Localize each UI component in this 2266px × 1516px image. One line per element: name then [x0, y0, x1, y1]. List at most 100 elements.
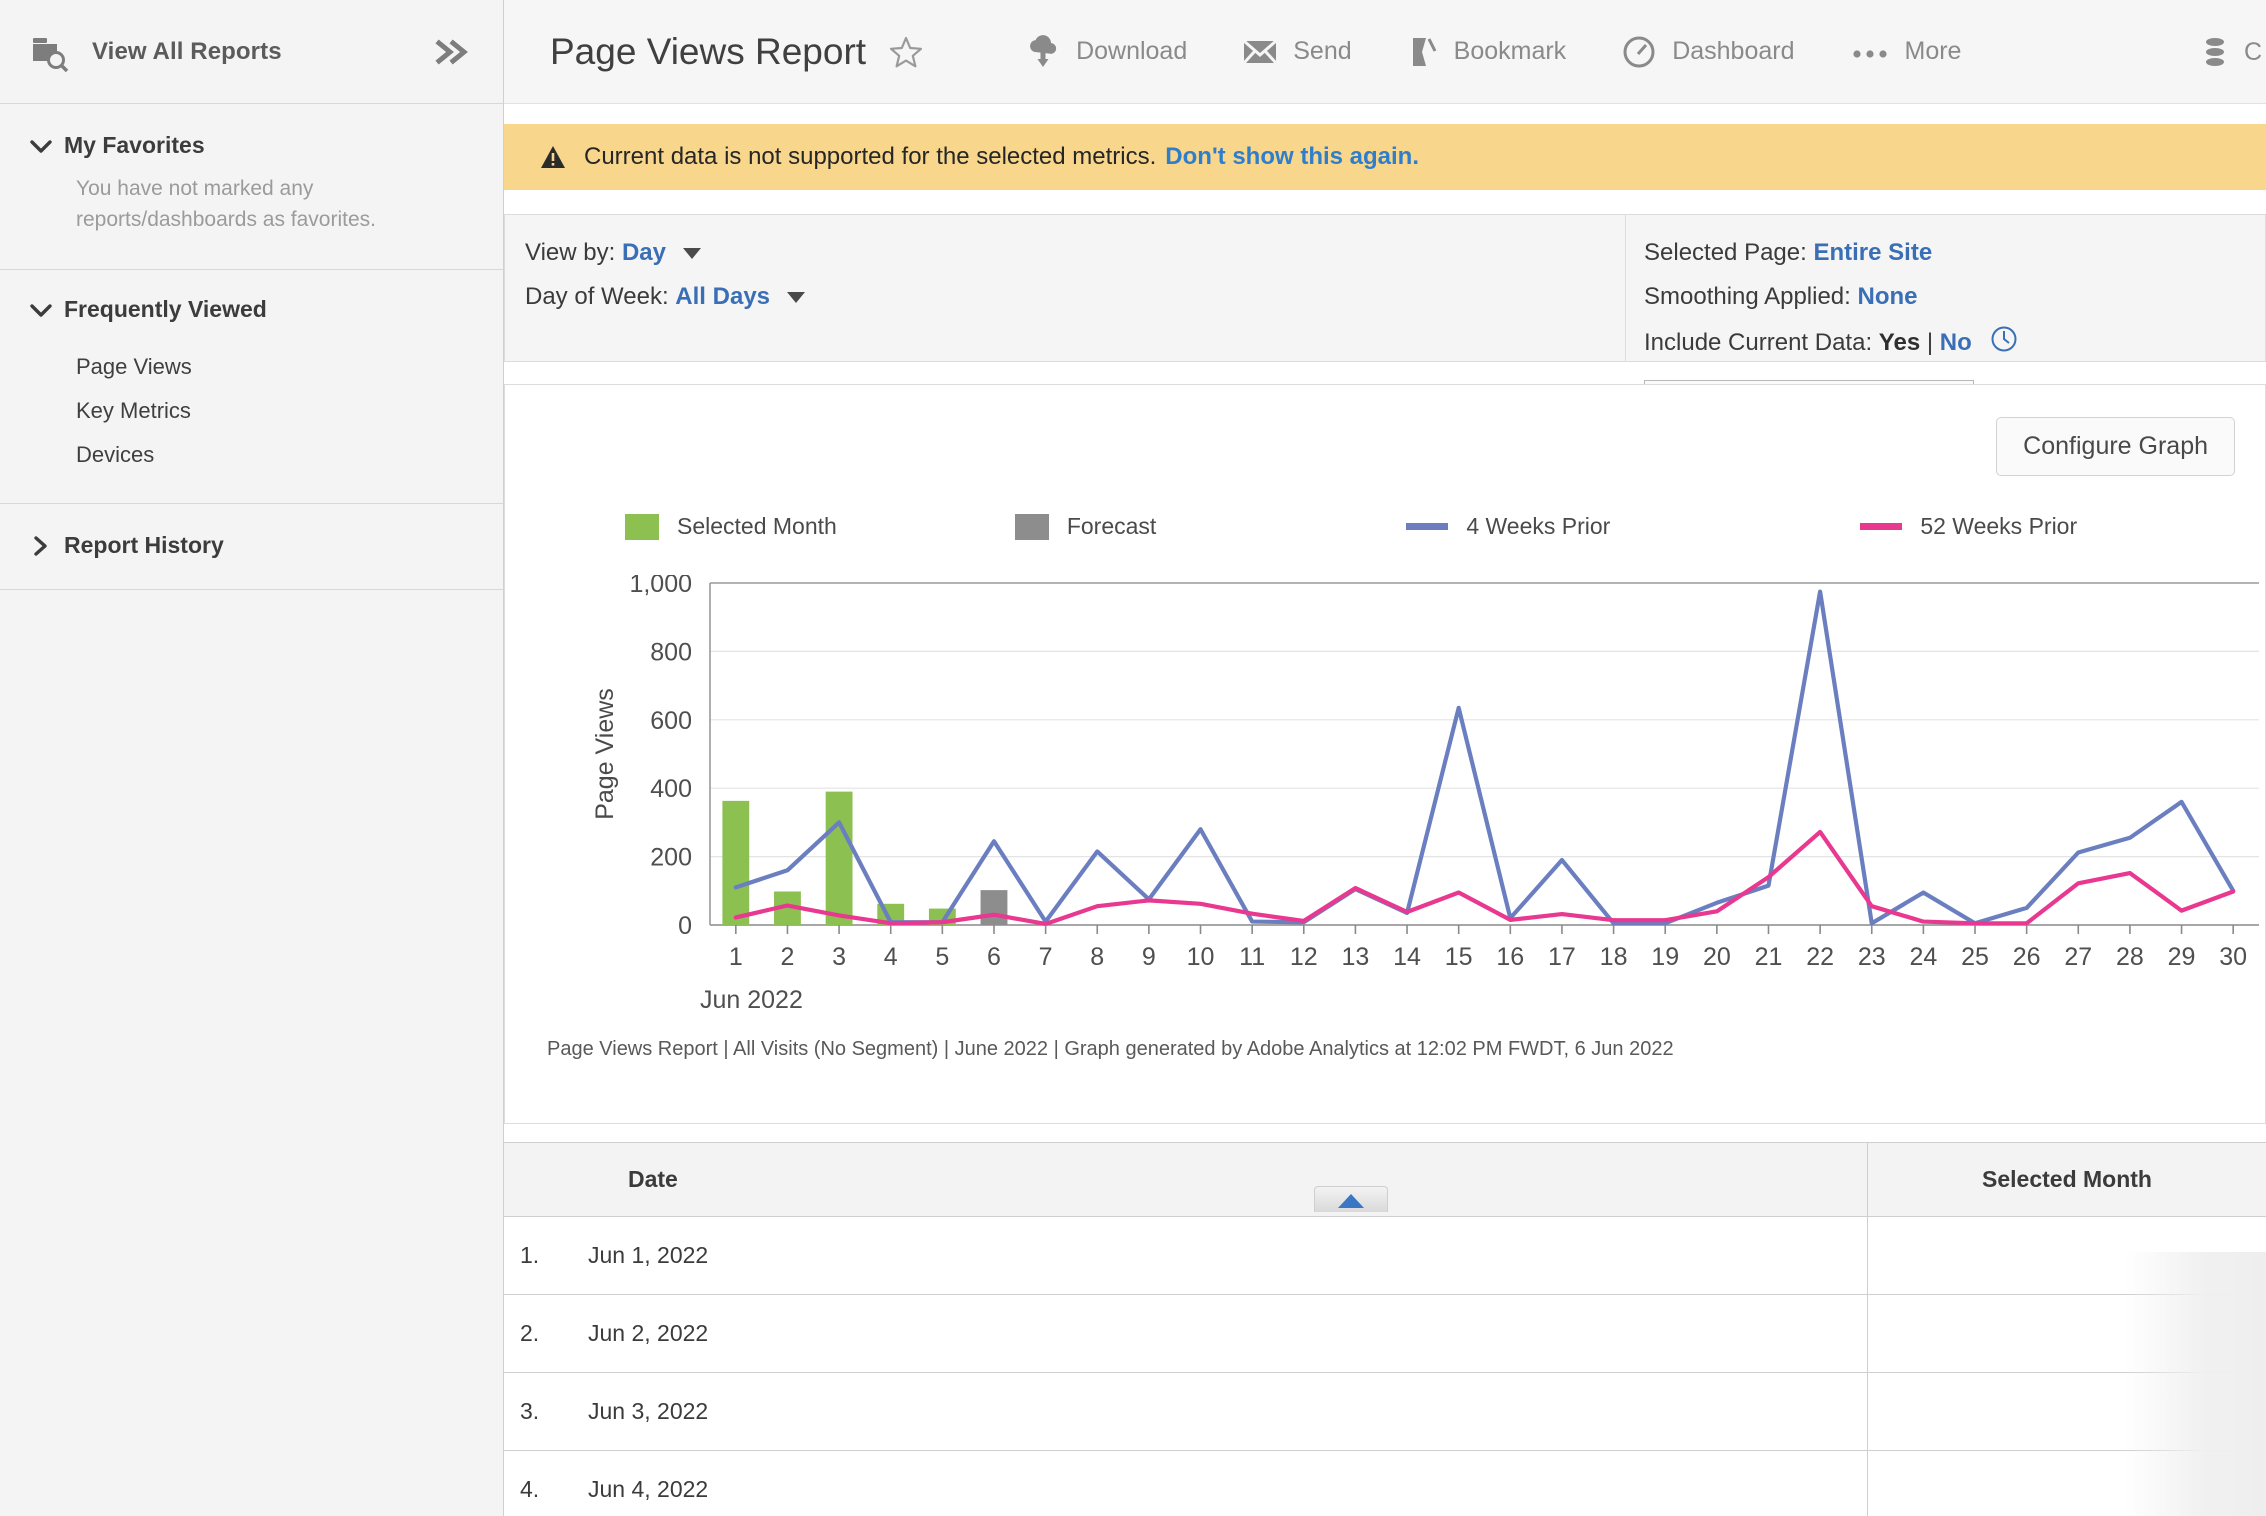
view-by-chevron-down-icon[interactable] [682, 248, 701, 260]
page-views-chart: 02004006008001,000Page Views1 2 3 4 5 6 7 8 9 10 1… [591, 570, 2259, 1014]
send-button[interactable]: Send [1243, 37, 1352, 66]
settings-left-column: View by: Day Day of Week: All Days [505, 215, 1625, 361]
svg-text:17: 17 [1548, 943, 1576, 971]
svg-text:800: 800 [650, 638, 692, 666]
table-cell-index: 2. [520, 1320, 540, 1346]
sidebar-item-devices[interactable]: Devices [0, 433, 503, 477]
svg-text:1,000: 1,000 [629, 575, 692, 598]
legend-line-52-weeks-prior [1860, 523, 1903, 530]
table-header-selected-month[interactable]: Selected Month [1868, 1143, 2266, 1216]
toolbar-actions: Download Send Bookmark Dashboard More [1026, 34, 1961, 69]
page-title: Page Views Report [550, 30, 867, 72]
chart-plot-area: 0 200 400 600 800 1,000 Page Views 1 2 3 4 5 6 7 8 9 10 1… [505, 570, 2265, 1025]
legend-item-4-weeks-prior[interactable]: 4 Weeks Prior [1406, 513, 1610, 540]
include-current-data-no[interactable]: No [1940, 329, 1972, 356]
svg-text:14: 14 [1393, 943, 1421, 971]
graph-card: Configure Graph Selected Month Forecast … [504, 384, 2266, 1124]
bookmark-button[interactable]: Bookmark [1408, 35, 1567, 69]
table-row[interactable]: 2. Jun 2, 2022 [504, 1295, 2266, 1373]
svg-text:27: 27 [2064, 943, 2092, 971]
table-cell-date: Jun 2, 2022 [570, 1295, 1868, 1372]
selected-page-value[interactable]: Entire Site [1813, 239, 1932, 266]
table-cell-date: Jun 4, 2022 [570, 1451, 1868, 1516]
sidebar-section-frequently-viewed-header[interactable]: Frequently Viewed [0, 270, 503, 345]
sidebar-item-key-metrics[interactable]: Key Metrics [0, 389, 503, 433]
chevron-down-icon [24, 300, 58, 320]
table-row[interactable]: 3. Jun 3, 2022 [504, 1373, 2266, 1451]
sidebar-section-favorites-header[interactable]: My Favorites [0, 104, 503, 173]
svg-text:200: 200 [650, 844, 692, 872]
svg-text:0: 0 [678, 912, 692, 940]
components-label: C [2243, 37, 2262, 66]
ellipsis-icon [1851, 45, 1889, 59]
dashboard-button[interactable]: Dashboard [1622, 35, 1795, 69]
legend-item-forecast[interactable]: Forecast [1014, 513, 1157, 540]
smoothing-value[interactable]: None [1857, 283, 1917, 310]
legend-label-selected-month: Selected Month [677, 513, 837, 539]
svg-text:3: 3 [832, 943, 846, 971]
table-cell-selected-month [1868, 1217, 2266, 1294]
legend-item-selected-month[interactable]: Selected Month [625, 513, 837, 540]
download-label: Download [1076, 37, 1188, 65]
clock-info-icon[interactable] [1990, 325, 2018, 362]
sidebar-section-favorites: My Favorites You have not marked any rep… [0, 104, 503, 270]
include-current-data-yes[interactable]: Yes [1879, 329, 1920, 356]
sidebar-section-report-history: Report History [0, 504, 503, 590]
bookmark-icon [1408, 35, 1438, 69]
svg-text:Jun 2022: Jun 2022 [700, 986, 803, 1014]
table-header-date[interactable]: Date [570, 1143, 1868, 1216]
legend-item-52-weeks-prior[interactable]: 52 Weeks Prior [1860, 513, 2077, 540]
svg-text:4: 4 [884, 943, 898, 971]
warning-banner-wrap: Current data is not supported for the se… [504, 104, 2266, 190]
graph-collapse-handle[interactable] [1314, 1186, 1388, 1212]
configure-graph-button[interactable]: Configure Graph [1996, 417, 2235, 476]
folder-search-icon [30, 32, 70, 72]
database-icon [2202, 35, 2228, 69]
smoothing-row: Smoothing Applied: None [1644, 281, 2265, 313]
warning-triangle-icon [540, 144, 566, 170]
legend-label-4-weeks-prior: 4 Weeks Prior [1466, 513, 1611, 539]
legend-swatch-forecast [1014, 513, 1049, 540]
chevron-double-right-icon[interactable] [431, 32, 475, 72]
components-button[interactable]: C [2202, 35, 2266, 69]
report-settings-panel: View by: Day Day of Week: All Days Selec… [504, 214, 2266, 436]
favorite-star-icon[interactable] [888, 34, 924, 70]
svg-text:29: 29 [2168, 943, 2196, 971]
svg-text:26: 26 [2013, 943, 2041, 971]
svg-text:23: 23 [1858, 943, 1886, 971]
sidebar: View All Reports My Favorites You have n… [0, 0, 504, 1516]
table-cell-date: Jun 3, 2022 [570, 1373, 1868, 1450]
sidebar-item-page-views[interactable]: Page Views [0, 345, 503, 389]
settings-right-column: Selected Page: Entire Site Smoothing App… [1625, 215, 2265, 436]
chart-footnote: Page Views Report | All Visits (No Segme… [547, 1038, 1674, 1060]
svg-text:13: 13 [1342, 943, 1370, 971]
sidebar-section-report-history-header[interactable]: Report History [0, 504, 503, 589]
download-cloud-icon [1026, 34, 1060, 69]
favorites-empty-message: You have not marked any reports/dashboar… [76, 177, 376, 231]
day-of-week-row: Day of Week: All Days [525, 281, 1625, 313]
more-button[interactable]: More [1851, 37, 1961, 66]
legend-line-4-weeks-prior [1406, 523, 1449, 530]
include-current-data-row: Include Current Data: Yes | No [1644, 325, 2265, 362]
view-by-value[interactable]: Day [622, 239, 666, 266]
legend-label-forecast: Forecast [1066, 513, 1157, 539]
svg-text:25: 25 [1961, 943, 1989, 971]
day-of-week-value[interactable]: All Days [675, 283, 770, 310]
bookmark-label: Bookmark [1453, 37, 1567, 65]
table-cell-selected-month [1868, 1373, 2266, 1450]
view-all-reports-header[interactable]: View All Reports [0, 0, 503, 104]
report-body: Current data is not supported for the se… [504, 104, 2266, 1516]
download-button[interactable]: Download [1026, 34, 1188, 69]
svg-text:2: 2 [780, 943, 794, 971]
dont-show-again-link[interactable]: Don't show this again. [1165, 143, 1419, 171]
table-cell-index: 1. [520, 1242, 540, 1268]
svg-text:24: 24 [1909, 943, 1937, 971]
svg-text:16: 16 [1496, 943, 1524, 971]
svg-text:Page Views: Page Views [591, 688, 619, 820]
table-row[interactable]: 1. Jun 1, 2022 [504, 1217, 2266, 1295]
table-row[interactable]: 4. Jun 4, 2022 [504, 1451, 2266, 1516]
svg-text:1: 1 [729, 943, 743, 971]
day-of-week-chevron-down-icon[interactable] [786, 292, 805, 304]
chevron-down-icon [24, 136, 58, 156]
view-by-label: View by: [525, 239, 616, 266]
